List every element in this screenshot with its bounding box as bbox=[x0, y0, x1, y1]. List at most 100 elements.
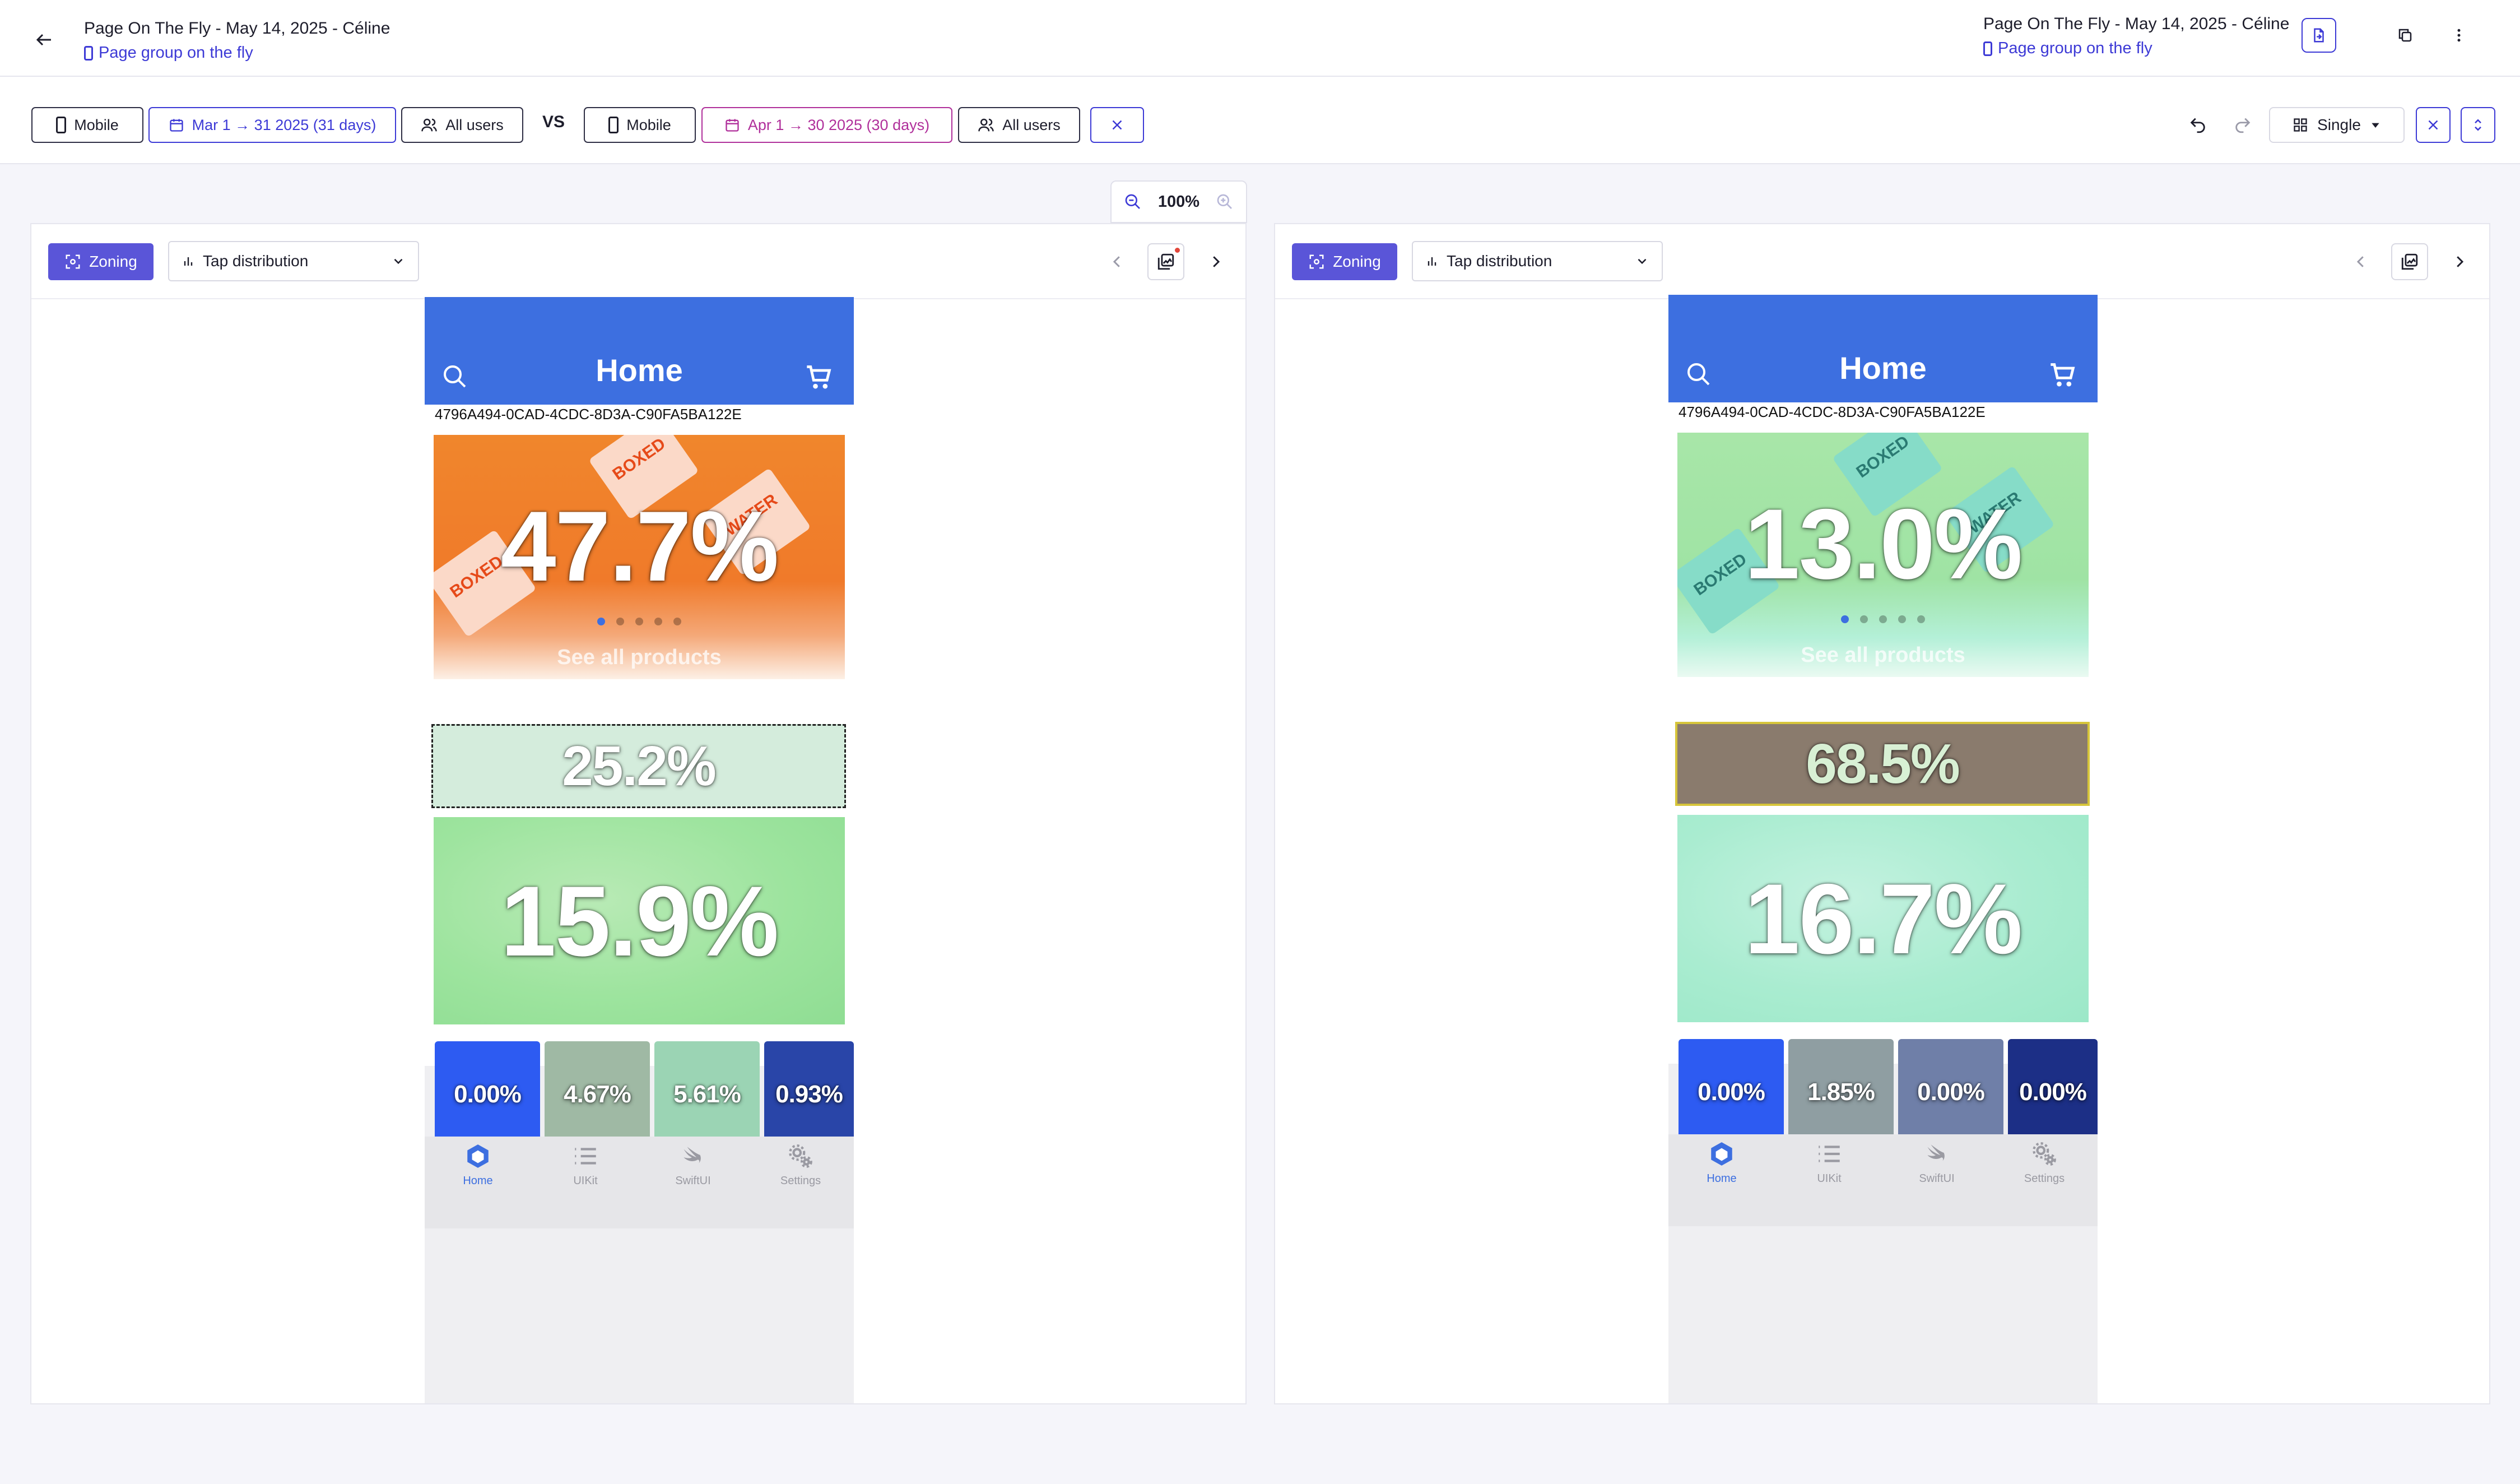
more-vertical-icon bbox=[2457, 29, 2461, 42]
date-range-label: Mar 1 → 31 2025 (31 days) bbox=[192, 116, 376, 133]
date-range-label: Apr 1 → 30 2025 (30 days) bbox=[747, 116, 930, 133]
zone-percentage: 4.67% bbox=[564, 1080, 631, 1108]
see-all-products-button[interactable]: See all products bbox=[1668, 643, 2098, 667]
page-title: Page On The Fly - May 14, 2025 - Céline bbox=[84, 19, 390, 38]
compare-page-group-link[interactable]: Page group on the fly bbox=[1983, 39, 2152, 58]
zoning-icon bbox=[66, 254, 80, 269]
promo-image-zone[interactable]: 16.7% bbox=[1677, 815, 2089, 1022]
tab-swiftui[interactable]: SwiftUI bbox=[640, 1142, 746, 1221]
previous-button[interactable] bbox=[2344, 243, 2378, 280]
caret-down-icon bbox=[2372, 123, 2379, 128]
category-tile[interactable]: 0.00% bbox=[1898, 1039, 2003, 1146]
zoom-in-icon[interactable] bbox=[1216, 193, 1234, 211]
tab-settings[interactable]: Settings bbox=[747, 1142, 854, 1221]
app-nav-bar: Home bbox=[425, 297, 854, 405]
tab-home[interactable]: Home bbox=[1668, 1140, 1775, 1218]
left-segment-filter[interactable]: All users bbox=[401, 107, 523, 143]
category-tile[interactable]: 0.00% bbox=[435, 1041, 540, 1148]
mobile-icon bbox=[84, 45, 93, 61]
export-button[interactable] bbox=[2302, 18, 2336, 53]
close-comparison-button[interactable] bbox=[2416, 107, 2451, 143]
tab-label: SwiftUI bbox=[1919, 1172, 1955, 1185]
metric-select[interactable]: Tap distribution bbox=[1412, 241, 1663, 281]
right-date-filter[interactable]: Apr 1 → 30 2025 (30 days) bbox=[701, 107, 952, 143]
tab-label: UIKit bbox=[573, 1175, 598, 1187]
page-group-link[interactable]: Page group on the fly bbox=[84, 44, 253, 62]
banner-zone[interactable]: 68.5% bbox=[1675, 722, 2090, 806]
zone-percentage: 13.0% bbox=[1744, 488, 2023, 600]
chevron-down-icon bbox=[1638, 258, 1647, 265]
app-nav-bar: Home bbox=[1668, 295, 2098, 402]
chevron-right-icon bbox=[2457, 256, 2464, 267]
see-all-products-button[interactable]: See all products bbox=[425, 646, 854, 670]
category-tile[interactable]: 1.85% bbox=[1788, 1039, 1894, 1146]
back-button[interactable] bbox=[22, 20, 66, 59]
file-export-icon bbox=[2314, 28, 2324, 43]
banner-zone[interactable]: 25.2% bbox=[431, 724, 846, 808]
zoning-icon bbox=[1309, 254, 1324, 269]
arrow-left-icon bbox=[36, 34, 51, 46]
duplicate-button[interactable] bbox=[2388, 18, 2423, 53]
tab-uikit[interactable]: UIKit bbox=[1776, 1140, 1882, 1218]
tab-uikit[interactable]: UIKit bbox=[532, 1142, 639, 1221]
undo-icon bbox=[2190, 118, 2205, 133]
zone-percentage: 15.9% bbox=[500, 865, 779, 977]
zoom-out-icon[interactable] bbox=[1124, 193, 1142, 211]
snapshot-button[interactable] bbox=[1147, 243, 1184, 280]
next-button[interactable] bbox=[1199, 243, 1233, 280]
previous-button[interactable] bbox=[1100, 243, 1134, 280]
view-mode-select[interactable]: Single bbox=[2269, 107, 2405, 143]
zone-percentage: 25.2% bbox=[562, 734, 717, 797]
copy-icon bbox=[2398, 29, 2412, 42]
category-tile[interactable]: 0.00% bbox=[2008, 1039, 2098, 1146]
view-mode-label: Single bbox=[2317, 116, 2361, 133]
calendar-icon bbox=[169, 119, 183, 132]
list-icon bbox=[575, 1148, 596, 1165]
category-tile[interactable]: 0.93% bbox=[764, 1041, 854, 1148]
category-tile[interactable]: 4.67% bbox=[545, 1041, 650, 1148]
zone-percentage: 47.7% bbox=[500, 490, 779, 602]
metric-select[interactable]: Tap distribution bbox=[168, 241, 419, 281]
notification-dot bbox=[1175, 248, 1180, 253]
app-screen-preview: Home 4796A494-0CAD-4CDC-8D3A-C90FA5BA122… bbox=[425, 297, 854, 1403]
category-tiles: 0.00% 4.67% 5.61% 0.93% bbox=[435, 1041, 854, 1148]
more-options-button[interactable] bbox=[2442, 18, 2476, 53]
redo-icon bbox=[2235, 118, 2251, 133]
redo-button[interactable] bbox=[2225, 107, 2260, 143]
next-button[interactable] bbox=[2443, 243, 2476, 280]
hero-carousel-zone[interactable]: BOXED BOXED WATER 47.7% bbox=[434, 435, 845, 679]
carousel-dots[interactable] bbox=[425, 618, 854, 625]
category-tile[interactable]: 5.61% bbox=[654, 1041, 760, 1148]
tab-home[interactable]: Home bbox=[425, 1142, 531, 1221]
undo-button[interactable] bbox=[2180, 107, 2215, 143]
device-id-label: 4796A494-0CAD-4CDC-8D3A-C90FA5BA122E bbox=[1679, 404, 1986, 420]
remove-comparison-button[interactable] bbox=[1090, 107, 1144, 143]
zoning-button[interactable]: Zoning bbox=[1292, 243, 1397, 280]
home-hexagon-icon bbox=[1711, 1142, 1732, 1166]
hero-carousel-zone[interactable]: BOXED BOXED WATER 13.0% bbox=[1677, 433, 2089, 677]
tab-settings[interactable]: Settings bbox=[1991, 1140, 2098, 1218]
snapshot-button[interactable] bbox=[2391, 243, 2428, 280]
zoom-level: 100% bbox=[1157, 192, 1200, 211]
left-device-filter[interactable]: Mobile bbox=[31, 107, 143, 143]
carousel-dots[interactable] bbox=[1668, 615, 2098, 623]
device-label: Mobile bbox=[626, 116, 671, 133]
chevron-left-icon bbox=[1113, 256, 1120, 267]
category-tile[interactable]: 0.00% bbox=[1679, 1039, 1784, 1146]
app-tab-bar: Home UIKit SwiftUI Settings bbox=[1668, 1134, 2098, 1226]
users-icon bbox=[978, 118, 994, 132]
app-title: Home bbox=[596, 353, 683, 388]
users-icon bbox=[421, 118, 437, 132]
left-date-filter[interactable]: Mar 1 → 31 2025 (31 days) bbox=[148, 107, 396, 143]
promo-image-zone[interactable]: 15.9% bbox=[434, 817, 845, 1024]
category-tiles: 0.00% 1.85% 0.00% 0.00% bbox=[1679, 1039, 2098, 1146]
right-device-filter[interactable]: Mobile bbox=[584, 107, 696, 143]
tab-swiftui[interactable]: SwiftUI bbox=[1884, 1140, 1990, 1218]
calendar-icon bbox=[726, 119, 739, 132]
zoning-button[interactable]: Zoning bbox=[48, 243, 154, 280]
tab-label: Home bbox=[463, 1175, 493, 1187]
zone-percentage: 0.93% bbox=[775, 1080, 843, 1108]
panel-toolbar: Zoning Tap distribution bbox=[1275, 224, 2489, 299]
expand-collapse-button[interactable] bbox=[2461, 107, 2495, 143]
right-segment-filter[interactable]: All users bbox=[958, 107, 1080, 143]
